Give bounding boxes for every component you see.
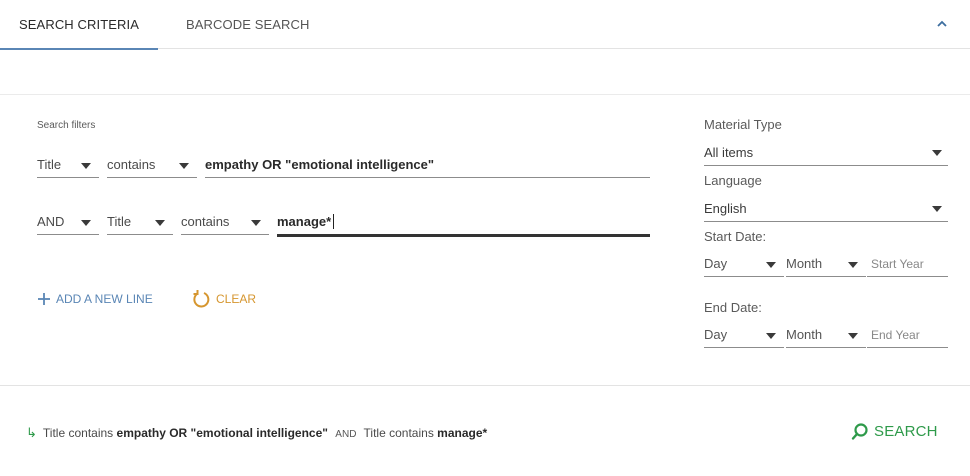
summary-boolean: AND bbox=[335, 429, 357, 440]
caret-down-icon bbox=[179, 163, 189, 169]
line2-boolean-select[interactable]: AND bbox=[37, 209, 99, 235]
start-year-input[interactable]: Start Year bbox=[867, 251, 948, 277]
line2-field-select[interactable]: Title bbox=[107, 209, 173, 235]
caret-down-icon bbox=[848, 262, 858, 268]
caret-down-icon bbox=[766, 333, 776, 339]
text-cursor bbox=[333, 214, 335, 229]
caret-down-icon bbox=[932, 150, 942, 156]
tab-search-criteria[interactable]: SEARCH CRITERIA bbox=[0, 0, 158, 50]
line1-search-input[interactable]: empathy OR "emotional intelligence" bbox=[205, 152, 650, 178]
caret-down-icon bbox=[81, 163, 91, 169]
line2-search-value: manage* bbox=[277, 214, 335, 229]
add-new-line-label: ADD A NEW LINE bbox=[56, 292, 153, 306]
end-day-value: Day bbox=[704, 327, 728, 342]
line2-operator-select[interactable]: contains bbox=[181, 209, 269, 235]
start-month-value: Month bbox=[786, 256, 823, 271]
caret-down-icon bbox=[848, 333, 858, 339]
summary-field1: Title bbox=[42, 426, 66, 440]
caret-down-icon bbox=[766, 262, 776, 268]
line2-operator-value: contains bbox=[181, 214, 230, 229]
caret-down-icon bbox=[81, 220, 91, 226]
undo-icon bbox=[190, 288, 212, 313]
divider-band bbox=[0, 50, 970, 95]
search-button[interactable]: SEARCH bbox=[850, 421, 940, 443]
query-summary: ↳ Title contains empathy OR "emotional in… bbox=[26, 425, 487, 441]
summary-value1: empathy OR "emotional intelligence" bbox=[116, 426, 328, 440]
caret-down-icon bbox=[155, 220, 165, 226]
material-type-label: Material Type bbox=[704, 117, 782, 132]
caret-down-icon bbox=[251, 220, 261, 226]
start-day-value: Day bbox=[704, 256, 728, 271]
end-year-input[interactable]: End Year bbox=[867, 322, 948, 348]
start-day-select[interactable]: Day bbox=[704, 251, 784, 277]
clear-label: CLEAR bbox=[216, 292, 257, 306]
end-month-select[interactable]: Month bbox=[786, 322, 866, 348]
start-month-select[interactable]: Month bbox=[786, 251, 866, 277]
language-select[interactable]: English bbox=[704, 196, 948, 222]
tab-barcode-search[interactable]: BARCODE SEARCH bbox=[186, 0, 309, 49]
summary-field2: Title bbox=[363, 426, 386, 440]
line2-field-value: Title bbox=[107, 214, 132, 229]
start-date-label: Start Date: bbox=[704, 229, 767, 244]
chevron-up-icon[interactable] bbox=[932, 14, 952, 34]
line1-operator-value: contains bbox=[107, 157, 156, 172]
summary-op1: contains bbox=[68, 426, 114, 440]
line2-search-input[interactable]: manage* bbox=[277, 209, 650, 237]
line1-operator-select[interactable]: contains bbox=[107, 152, 197, 178]
end-day-select[interactable]: Day bbox=[704, 322, 784, 348]
material-type-select[interactable]: All items bbox=[704, 140, 948, 166]
search-filters-label: Search filters bbox=[37, 120, 96, 131]
end-month-value: Month bbox=[786, 327, 823, 342]
line2-boolean-value: AND bbox=[37, 214, 65, 229]
tab-bar: SEARCH CRITERIA BARCODE SEARCH bbox=[0, 0, 970, 50]
end-year-placeholder: End Year bbox=[871, 328, 920, 342]
clear-button[interactable]: CLEAR bbox=[190, 288, 270, 310]
plus-icon bbox=[36, 288, 52, 313]
start-year-placeholder: Start Year bbox=[871, 257, 924, 271]
summary-op2: contains bbox=[389, 426, 434, 440]
add-new-line-button[interactable]: ADD A NEW LINE bbox=[36, 288, 166, 310]
summary-value2: manage* bbox=[437, 426, 488, 440]
caret-down-icon bbox=[932, 206, 942, 212]
line1-field-select[interactable]: Title bbox=[37, 152, 99, 178]
search-label: SEARCH bbox=[874, 423, 938, 440]
line1-field-value: Title bbox=[37, 157, 62, 172]
language-value: English bbox=[704, 201, 747, 216]
line1-search-value: empathy OR "emotional intelligence" bbox=[205, 157, 435, 172]
language-label: Language bbox=[704, 173, 762, 188]
material-type-value: All items bbox=[704, 145, 754, 160]
search-icon bbox=[850, 422, 870, 446]
arrow-right-icon: ↳ bbox=[26, 425, 37, 440]
end-date-label: End Date: bbox=[704, 300, 762, 315]
